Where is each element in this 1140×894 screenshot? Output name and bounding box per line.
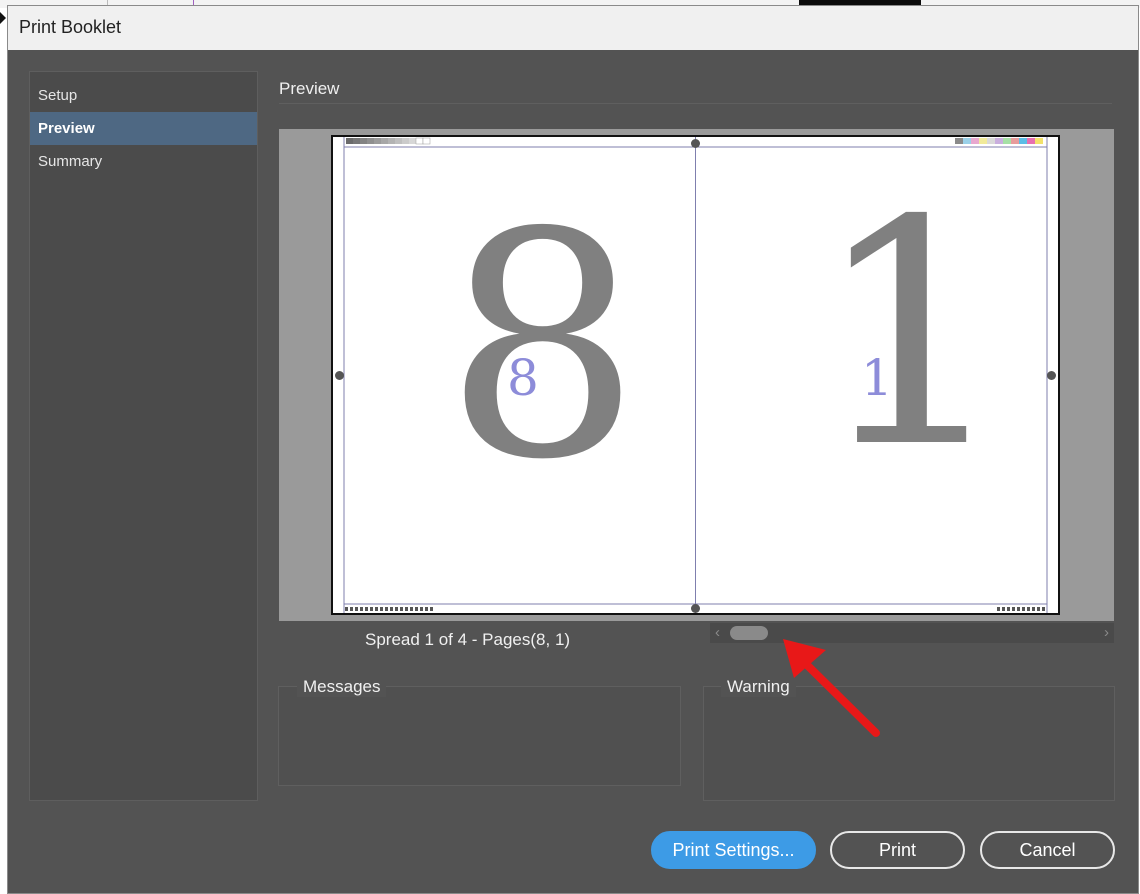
messages-panel: Messages [278, 677, 681, 786]
mouse-cursor-icon [0, 12, 6, 24]
left-page-marker: 8 [507, 349, 539, 407]
cancel-button[interactable]: Cancel [980, 831, 1115, 869]
messages-title: Messages [297, 677, 387, 697]
scrollbar-thumb[interactable] [730, 626, 768, 640]
print-button[interactable]: Print [830, 831, 965, 869]
sidebar-item-preview[interactable]: Preview [30, 112, 257, 145]
slug-info-text [345, 607, 435, 611]
window-title: Print Booklet [19, 17, 122, 37]
print-booklet-dialog: Print Booklet Setup Preview Summary Prev… [8, 6, 1138, 893]
section-title: Preview [279, 79, 340, 98]
sidebar-item-summary[interactable]: Summary [30, 145, 257, 178]
right-page-number: 1 [813, 155, 1011, 516]
divider [279, 103, 1112, 104]
chevron-left-icon[interactable]: ‹ [715, 624, 720, 641]
registration-mark-icon [691, 604, 700, 613]
right-page-marker: 1 [861, 349, 893, 407]
spread-scrollbar[interactable]: ‹ › [710, 623, 1114, 643]
spread-preview: 8 8 1 1 [331, 135, 1060, 615]
print-settings-button[interactable]: Print Settings... [651, 831, 816, 869]
registration-mark-icon [1047, 371, 1056, 380]
sidebar-item-setup[interactable]: Setup [30, 79, 257, 112]
title-bar[interactable]: Print Booklet [8, 6, 1138, 50]
registration-mark-icon [335, 371, 344, 380]
sidebar: Setup Preview Summary [29, 71, 258, 801]
warning-panel: Warning [703, 677, 1115, 801]
preview-canvas: 8 8 1 1 [279, 129, 1114, 621]
registration-mark-icon [691, 139, 700, 148]
slug-info-text [997, 607, 1045, 611]
annotation-arrow-icon [783, 639, 880, 737]
spread-label: Spread 1 of 4 - Pages(8, 1) [365, 630, 571, 649]
chevron-right-icon[interactable]: › [1104, 624, 1109, 641]
left-page-number: 8 [444, 167, 642, 528]
